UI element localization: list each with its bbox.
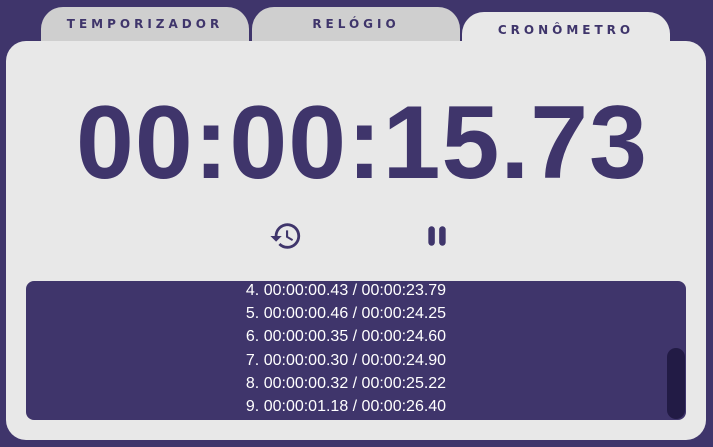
scrollbar-thumb[interactable] [667,348,685,419]
tab-label: CRONÔMETRO [497,23,635,37]
stopwatch-panel: 00:00:15.73 4. 00:00:00.43 / 00:00:23.79… [6,41,706,440]
tab-cronometro[interactable]: CRONÔMETRO [462,12,670,52]
pause-button[interactable] [417,216,457,256]
lap-list: 4. 00:00:00.43 / 00:00:23.79 5. 00:00:00.… [26,281,666,418]
lap-item: 4. 00:00:00.43 / 00:00:23.79 [245,282,447,299]
tab-label: RELÓGIO [312,17,400,31]
lap-list-container[interactable]: 4. 00:00:00.43 / 00:00:23.79 5. 00:00:00.… [26,281,686,420]
elapsed-time-display: 00:00:15.73 [76,85,648,201]
lap-item: 7. 00:00:00.30 / 00:00:24.90 [245,351,447,369]
lap-item: 9. 00:00:01.18 / 00:00:26.40 [245,398,447,416]
reset-button[interactable] [266,216,306,256]
pause-icon [428,226,446,246]
lap-item: 6. 00:00:00.35 / 00:00:24.60 [245,328,447,346]
history-icon [270,223,301,249]
lap-item: 5. 00:00:00.46 / 00:00:24.25 [245,305,447,323]
tab-label: TEMPORIZADOR [66,17,224,31]
lap-item: 8. 00:00:00.32 / 00:00:25.22 [245,374,447,392]
